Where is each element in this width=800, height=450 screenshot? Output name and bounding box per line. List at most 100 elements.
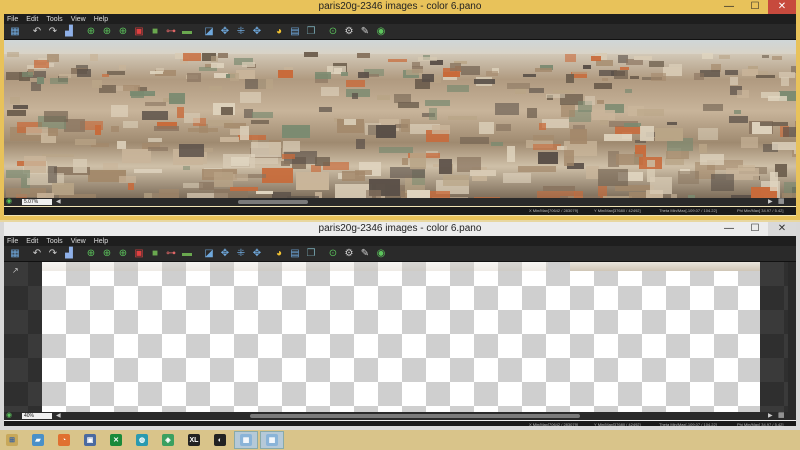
maximize-button[interactable]: ☐: [742, 0, 768, 14]
toolbar: ▦ ↶ ↷ ▟ ⊕ ⊕ ⊕ ▣ ■ ⊶ ▬ ◪ ✥ ⁜ ✥ ◕ ▤ ❐ ⊙ ⚙ ✎ ◉: [4, 24, 796, 40]
flip-icon[interactable]: ⊕: [116, 247, 130, 260]
crop-icon[interactable]: ▣: [132, 25, 146, 38]
grid-view-icon[interactable]: ▦: [778, 412, 785, 420]
building-texture: [490, 142, 504, 146]
scroll-left-icon[interactable]: ◀: [56, 412, 61, 420]
grid-view-icon[interactable]: ▦: [778, 198, 785, 206]
layers-icon[interactable]: ❐: [304, 247, 318, 260]
menu-tools[interactable]: Tools: [46, 16, 62, 23]
scroll-right-icon[interactable]: ▶: [768, 412, 773, 420]
maximize-button[interactable]: ☐: [742, 222, 768, 236]
tools-icon[interactable]: ✎: [358, 247, 372, 260]
undo-icon[interactable]: ↶: [30, 247, 44, 260]
histogram-icon[interactable]: ▟: [62, 25, 76, 38]
histogram-icon[interactable]: ▟: [62, 247, 76, 260]
explorer-icon[interactable]: ▰: [26, 431, 50, 449]
building-texture: [598, 168, 628, 186]
fit-view-icon[interactable]: ◉: [6, 198, 12, 206]
building-texture: [495, 102, 519, 115]
pano-app-icon-1[interactable]: ▦: [234, 431, 258, 449]
settings-icon[interactable]: ⚙: [342, 25, 356, 38]
horizon-icon[interactable]: ⊶: [164, 25, 178, 38]
layout-icon[interactable]: ▦: [8, 25, 22, 38]
color-wheel-icon[interactable]: ◕: [272, 25, 286, 38]
tools-icon[interactable]: ✎: [358, 25, 372, 38]
undo-icon[interactable]: ↶: [30, 25, 44, 38]
zoom-field[interactable]: 40%: [22, 413, 52, 419]
flip-icon[interactable]: ⊕: [116, 25, 130, 38]
level-icon[interactable]: ▬: [180, 247, 194, 260]
crop-icon[interactable]: ▣: [132, 247, 146, 260]
globe-icon[interactable]: ◍: [130, 431, 154, 449]
menu-tools[interactable]: Tools: [46, 238, 62, 245]
move-icon[interactable]: ✥: [218, 25, 232, 38]
xbox-icon[interactable]: ✕: [104, 431, 128, 449]
dark-app-icon[interactable]: ◐: [208, 431, 232, 449]
layers-icon[interactable]: ❐: [304, 25, 318, 38]
control-points-icon[interactable]: ⁜: [234, 247, 248, 260]
close-button[interactable]: ✕: [768, 222, 796, 236]
minimize-button[interactable]: —: [716, 222, 742, 236]
building-texture: [486, 71, 499, 76]
menu-help[interactable]: Help: [94, 16, 108, 23]
grid-points-icon[interactable]: ✥: [250, 247, 264, 260]
horizontal-scrollbar[interactable]: ◉ 40% ◀ ▶ ▦: [4, 412, 796, 420]
title-bar[interactable]: paris20g-2346 images - color 6.pano — ☐ …: [4, 222, 796, 236]
menu-view[interactable]: View: [71, 16, 86, 23]
transparent-canvas[interactable]: [42, 262, 760, 412]
menu-file[interactable]: File: [7, 16, 18, 23]
building-texture: [506, 145, 516, 162]
redo-icon[interactable]: ↷: [46, 25, 60, 38]
zoom-field[interactable]: 5.07%: [22, 199, 52, 205]
rotate-left-icon[interactable]: ⊕: [84, 247, 98, 260]
firefox-icon[interactable]: ◔: [52, 431, 76, 449]
layout-icon[interactable]: ▦: [8, 247, 22, 260]
image-list-icon[interactable]: ▤: [288, 247, 302, 260]
horizon-icon[interactable]: ⊶: [164, 247, 178, 260]
menu-file[interactable]: File: [7, 238, 18, 245]
pano-app-icon-2[interactable]: ▦: [260, 431, 284, 449]
minimize-button[interactable]: —: [716, 0, 742, 14]
windows-start-icon[interactable]: ⊞: [0, 431, 24, 449]
level-icon[interactable]: ▬: [180, 25, 194, 38]
scroll-right-icon[interactable]: ▶: [768, 198, 773, 206]
zoom-icon[interactable]: ⊙: [326, 25, 340, 38]
canvas-viewport[interactable]: ↗: [4, 262, 796, 412]
vertical-scrollbar[interactable]: [788, 262, 796, 412]
title-bar[interactable]: paris20g-2346 images - color 6.pano — ☐ …: [4, 0, 796, 14]
close-button[interactable]: ✕: [768, 0, 796, 14]
rotate-right-icon[interactable]: ⊕: [100, 25, 114, 38]
web-icon[interactable]: ◉: [374, 25, 388, 38]
chart-app-icon[interactable]: ◈: [156, 431, 180, 449]
control-points-icon[interactable]: ⁜: [234, 25, 248, 38]
status-x-range: X Min/Max[70642 / 283079]: [529, 208, 578, 213]
app-icon[interactable]: ▣: [78, 431, 102, 449]
building-texture: [719, 54, 731, 59]
rotate-right-icon[interactable]: ⊕: [100, 247, 114, 260]
rotate-left-icon[interactable]: ⊕: [84, 25, 98, 38]
settings-icon[interactable]: ⚙: [342, 247, 356, 260]
move-icon[interactable]: ✥: [218, 247, 232, 260]
building-texture: [122, 120, 139, 129]
image-list-icon[interactable]: ▤: [288, 25, 302, 38]
horizontal-scrollbar[interactable]: ◉ 5.07% ◀ ▶ ▦: [4, 198, 796, 206]
frame-icon[interactable]: ■: [148, 247, 162, 260]
redo-icon[interactable]: ↷: [46, 247, 60, 260]
grid-points-icon[interactable]: ✥: [250, 25, 264, 38]
color-wheel-icon[interactable]: ◕: [272, 247, 286, 260]
scrollbar-thumb[interactable]: [250, 414, 580, 418]
menu-edit[interactable]: Edit: [26, 16, 38, 23]
menu-help[interactable]: Help: [94, 238, 108, 245]
select-icon[interactable]: ◪: [202, 25, 216, 38]
scroll-left-icon[interactable]: ◀: [56, 198, 61, 206]
select-icon[interactable]: ◪: [202, 247, 216, 260]
scrollbar-thumb[interactable]: [238, 200, 308, 204]
fit-view-icon[interactable]: ◉: [6, 412, 12, 420]
web-icon[interactable]: ◉: [374, 247, 388, 260]
xl-icon[interactable]: XL: [182, 431, 206, 449]
menu-view[interactable]: View: [71, 238, 86, 245]
frame-icon[interactable]: ■: [148, 25, 162, 38]
zoom-icon[interactable]: ⊙: [326, 247, 340, 260]
panorama-preview[interactable]: [4, 40, 796, 198]
menu-edit[interactable]: Edit: [26, 238, 38, 245]
